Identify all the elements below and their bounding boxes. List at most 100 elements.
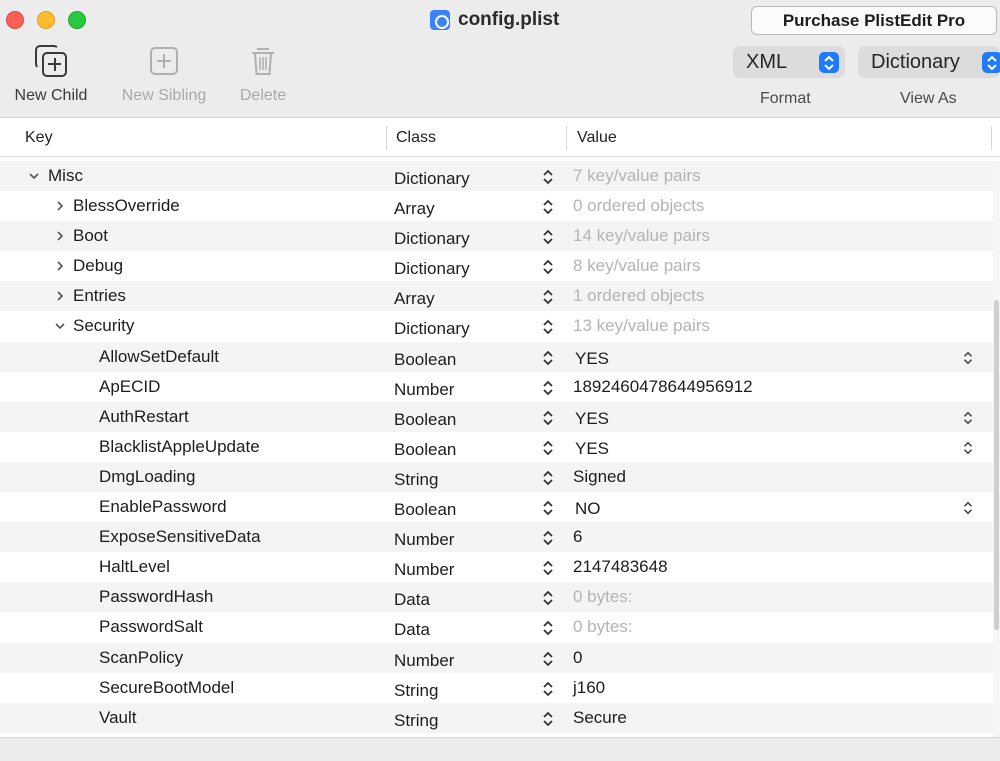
row-key[interactable]: Misc: [48, 166, 83, 186]
row-key[interactable]: EnablePassword: [99, 497, 227, 517]
class-popup-chevron-icon[interactable]: [540, 650, 556, 668]
class-popup-chevron-icon[interactable]: [540, 198, 556, 216]
row-key[interactable]: Vault: [99, 708, 137, 728]
column-header-value[interactable]: Value: [577, 129, 617, 147]
row-value[interactable]: 1892460478644956912: [573, 377, 753, 397]
row-value[interactable]: 2147483648: [573, 557, 668, 577]
row-key[interactable]: ScanPolicy: [99, 648, 183, 668]
table-row[interactable]: DmgLoading String Signed: [0, 461, 993, 493]
table-row[interactable]: HaltLevel Number 2147483648: [0, 552, 993, 582]
column-header-key[interactable]: Key: [25, 129, 53, 147]
table-row[interactable]: Debug Dictionary 8 key/value pairs: [0, 251, 993, 281]
row-key[interactable]: AuthRestart: [99, 407, 189, 427]
class-popup-chevron-icon[interactable]: [540, 228, 556, 246]
table-row[interactable]: Security Dictionary 13 key/value pairs: [0, 311, 993, 341]
row-key[interactable]: Security: [73, 316, 134, 336]
row-value[interactable]: YES: [575, 439, 609, 459]
column-divider[interactable]: [386, 126, 387, 150]
row-value[interactable]: 6: [573, 527, 582, 547]
minimize-window-button[interactable]: [37, 11, 55, 29]
class-popup-chevron-icon[interactable]: [540, 529, 556, 547]
class-popup-chevron-icon[interactable]: [540, 680, 556, 698]
row-key[interactable]: ApECID: [99, 377, 160, 397]
table-row[interactable]: ExposeSensitiveData Number 6: [0, 522, 993, 553]
boolean-popup-chevron-icon[interactable]: [961, 350, 975, 366]
table-row[interactable]: SecureBootModel String j160: [0, 673, 993, 703]
class-popup-chevron-icon[interactable]: [540, 619, 556, 637]
class-popup-chevron-icon[interactable]: [540, 499, 556, 517]
row-key[interactable]: PasswordSalt: [99, 617, 203, 637]
row-class: String: [394, 469, 439, 489]
table-row[interactable]: AllowSetDefault Boolean YES: [0, 341, 993, 372]
row-value[interactable]: Signed: [573, 467, 626, 487]
disclosure-closed-icon[interactable]: [53, 195, 67, 213]
table-row[interactable]: PasswordHash Data 0 bytes:: [0, 582, 993, 613]
new-child-button[interactable]: New Child: [8, 44, 94, 105]
boolean-popup-chevron-icon[interactable]: [961, 440, 975, 456]
table-row[interactable]: Vault String Secure: [0, 702, 993, 733]
format-select[interactable]: XML: [733, 46, 845, 78]
table-row[interactable]: Boot Dictionary 14 key/value pairs: [0, 221, 993, 252]
zoom-window-button[interactable]: [68, 11, 86, 29]
purchase-button[interactable]: Purchase PlistEdit Pro: [751, 6, 997, 35]
chevron-updown-icon: [819, 52, 839, 73]
row-key[interactable]: SecureBootModel: [99, 678, 234, 698]
new-child-icon: [34, 44, 68, 78]
row-value[interactable]: 0: [573, 648, 582, 668]
table-row[interactable]: ApECID Number 1892460478644956912: [0, 372, 993, 402]
class-popup-chevron-icon[interactable]: [540, 589, 556, 607]
row-value: 8 key/value pairs: [573, 256, 701, 276]
disclosure-closed-icon[interactable]: [53, 225, 67, 243]
row-key[interactable]: BlessOverride: [73, 196, 180, 216]
row-value[interactable]: 0 bytes:: [573, 617, 633, 637]
column-divider[interactable]: [566, 126, 567, 150]
disclosure-closed-icon[interactable]: [53, 255, 67, 273]
table-row[interactable]: Misc Dictionary 7 key/value pairs: [0, 161, 993, 192]
table-row[interactable]: BlacklistAppleUpdate Boolean YES: [0, 432, 993, 462]
class-popup-chevron-icon[interactable]: [540, 439, 556, 457]
row-key[interactable]: AllowSetDefault: [99, 347, 219, 367]
class-popup-chevron-icon[interactable]: [540, 469, 556, 487]
delete-button[interactable]: Delete: [234, 44, 292, 105]
class-popup-chevron-icon[interactable]: [540, 288, 556, 306]
disclosure-closed-icon[interactable]: [53, 285, 67, 303]
table-row[interactable]: AuthRestart Boolean YES: [0, 401, 993, 432]
row-key[interactable]: DmgLoading: [99, 467, 195, 487]
disclosure-open-icon[interactable]: [53, 315, 67, 333]
class-popup-chevron-icon[interactable]: [540, 258, 556, 276]
row-value[interactable]: j160: [573, 678, 605, 698]
class-popup-chevron-icon[interactable]: [540, 349, 556, 367]
class-popup-chevron-icon[interactable]: [540, 168, 556, 186]
table-row[interactable]: BlessOverride Array 0 ordered objects: [0, 191, 993, 221]
class-popup-chevron-icon[interactable]: [540, 379, 556, 397]
scrollbar-thumb[interactable]: [994, 300, 999, 630]
new-sibling-button[interactable]: New Sibling: [113, 44, 215, 105]
view-as-select[interactable]: Dictionary: [858, 46, 1000, 78]
row-value[interactable]: YES: [575, 349, 609, 369]
row-key[interactable]: Boot: [73, 226, 108, 246]
table-row[interactable]: PasswordSalt Data 0 bytes:: [0, 612, 993, 642]
column-header-class[interactable]: Class: [396, 129, 436, 147]
class-popup-chevron-icon[interactable]: [540, 710, 556, 728]
row-key[interactable]: PasswordHash: [99, 587, 213, 607]
class-popup-chevron-icon[interactable]: [540, 409, 556, 427]
class-popup-chevron-icon[interactable]: [540, 318, 556, 336]
row-value: 7 key/value pairs: [573, 166, 701, 185]
disclosure-open-icon[interactable]: [27, 165, 41, 183]
boolean-popup-chevron-icon[interactable]: [961, 500, 975, 516]
row-key[interactable]: BlacklistAppleUpdate: [99, 437, 260, 457]
row-value[interactable]: 0 bytes:: [573, 587, 633, 607]
row-key[interactable]: HaltLevel: [99, 557, 170, 577]
row-key[interactable]: ExposeSensitiveData: [99, 527, 261, 547]
row-value[interactable]: NO: [575, 499, 601, 519]
table-row[interactable]: ScanPolicy Number 0: [0, 642, 993, 673]
row-key[interactable]: Entries: [73, 286, 126, 306]
table-row[interactable]: EnablePassword Boolean NO: [0, 492, 993, 522]
row-value[interactable]: Secure: [573, 708, 627, 728]
table-row[interactable]: Entries Array 1 ordered objects: [0, 281, 993, 312]
row-value[interactable]: YES: [575, 409, 609, 429]
boolean-popup-chevron-icon[interactable]: [961, 410, 975, 426]
class-popup-chevron-icon[interactable]: [540, 559, 556, 577]
close-window-button[interactable]: [6, 11, 24, 29]
row-key[interactable]: Debug: [73, 256, 123, 276]
